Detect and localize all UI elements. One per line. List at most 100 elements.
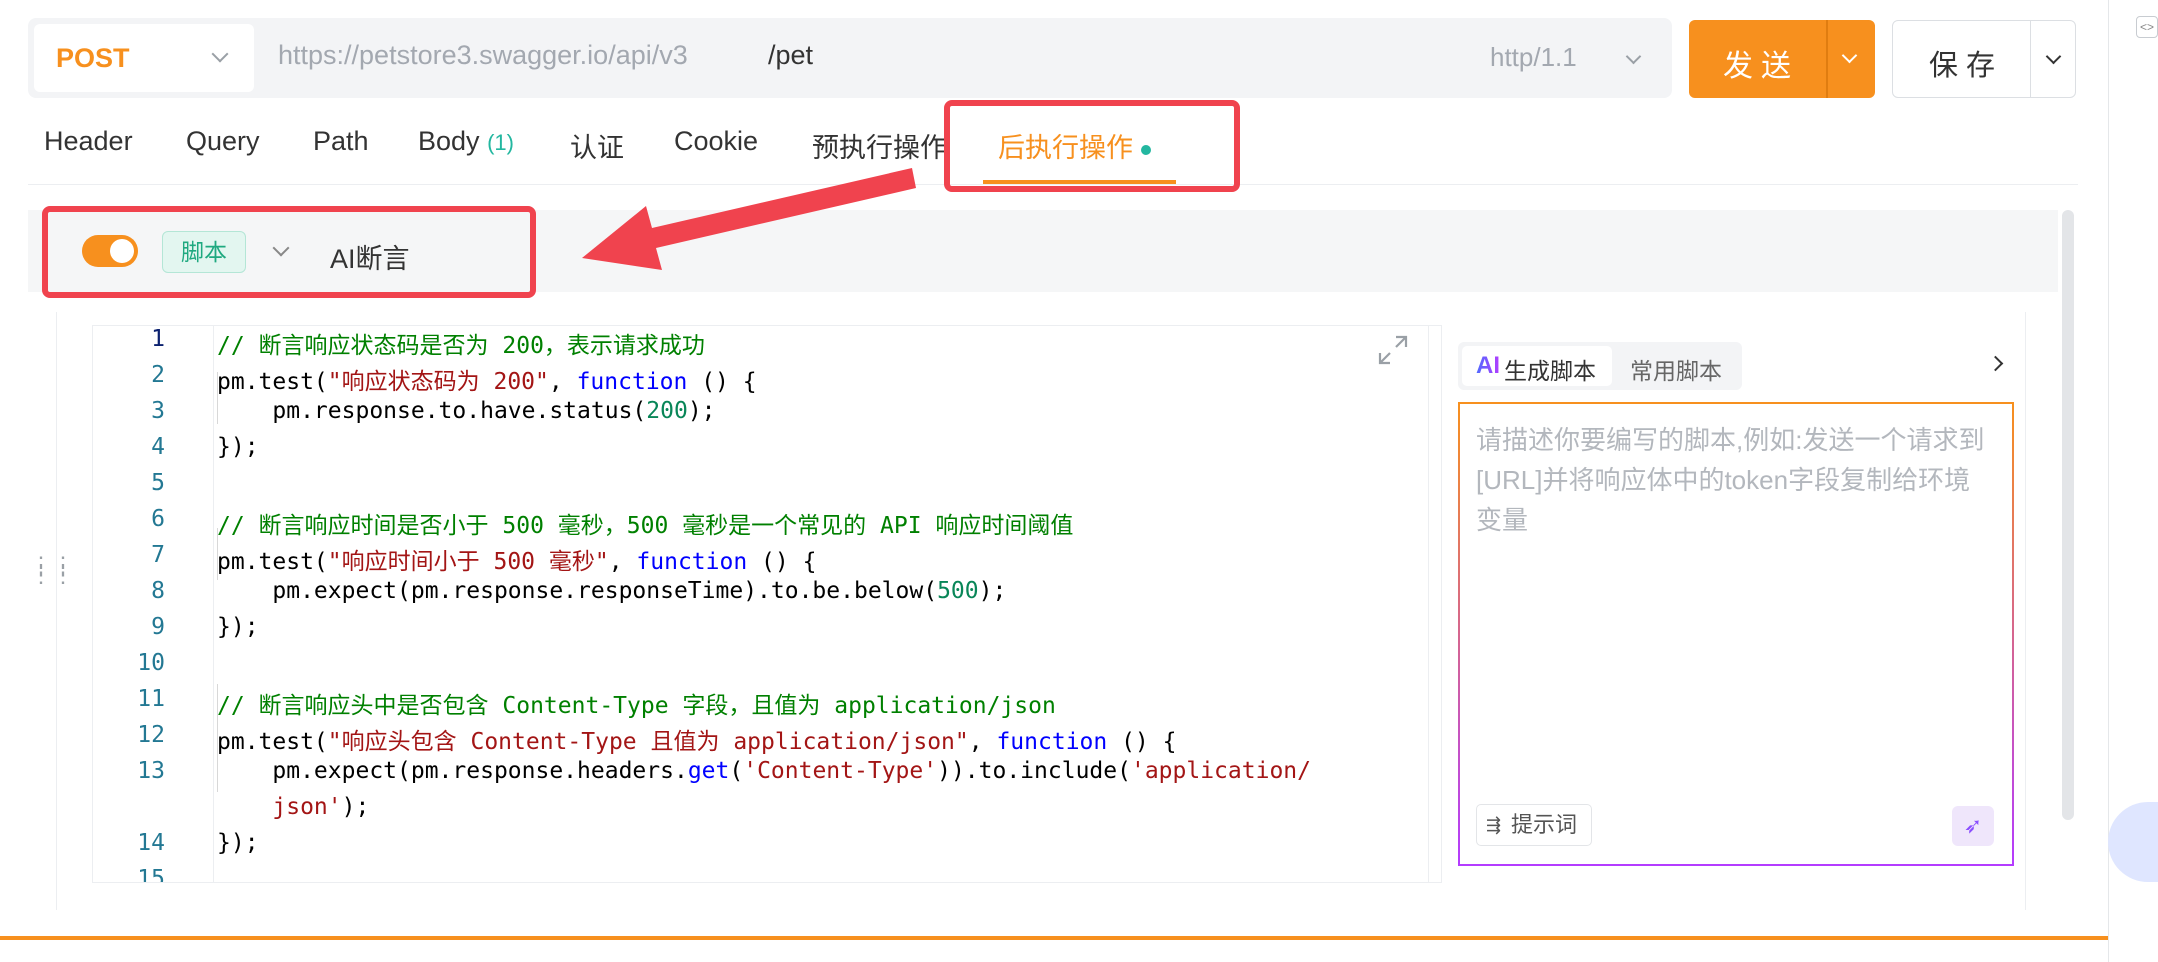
tab-auth[interactable]: 认证 [570,126,624,165]
tab-body-count: (1) [487,130,514,155]
code-token: pm.test( [217,549,328,575]
line-number: 10 [137,650,165,676]
code-token: pm.expect(pm.response.headers. [217,758,688,784]
code-icon[interactable]: <> [2136,16,2158,38]
url-base[interactable]: https://petstore3.swagger.io/api/v3 [278,40,688,71]
code-text: }); [217,434,259,460]
tab-generate-script-label: 生成脚本 [1504,358,1596,384]
tab-pre-request[interactable]: 预执行操作 [812,126,947,165]
method-label: POST [56,42,130,73]
code-token: "响应头包含 Content-Type 且值为 application/json… [327,729,969,755]
code-text: pm.test("响应状态码为 200", function () { [217,362,757,396]
code-text: }); [217,614,259,640]
line-number: 12 [137,722,165,748]
code-token: () { [1107,729,1177,755]
send-dropdown-chevron-icon[interactable] [1841,47,1858,64]
code-text: // 断言响应头中是否包含 Content-Type 字段，且值为 applic… [217,686,1056,720]
rocket-icon[interactable]: ➶ [1952,806,1994,846]
highlight-script-toolbar [42,206,536,298]
floating-assistant-button[interactable] [2108,802,2158,882]
code-token: ( [729,758,744,784]
drag-handle-icon[interactable]: ⋮⋮ ⋮⋮ [30,554,74,586]
code-token: 'Content-Type' [743,758,938,784]
code-token: function [996,729,1108,755]
code-token: 500 [937,578,979,604]
code-token: function [576,369,688,395]
code-text: }); [217,830,259,856]
code-text: pm.response.to.have.status(200); [217,398,716,424]
send-divider [1826,20,1828,98]
code-token: ); [341,794,370,820]
code-token: ); [978,578,1007,604]
ai-logo-icon: AI [1476,352,1500,379]
save-label: 保存 [1929,50,2004,82]
code-text: json'); [217,794,369,820]
line-number: 2 [151,362,165,388]
right-border [2108,0,2109,962]
code-token: }); [217,434,259,460]
prompt-hint-icon: ⇶ [1486,815,1502,835]
code-token: , [608,549,637,575]
code-text: pm.expect(pm.response.responseTime).to.b… [217,578,1006,604]
save-divider [2030,21,2031,97]
gutter-separator [213,326,214,882]
code-token: }); [217,830,259,856]
code-text: pm.expect(pm.response.headers.get('Conte… [217,758,1311,784]
code-token: "响应状态码为 200" [327,369,549,395]
code-token: ); [687,398,716,424]
url-path-input[interactable]: /pet [768,40,813,71]
ai-prompt-placeholder: 请描述你要编写的脚本,例如:发送一个请求到[URL]并将响应体中的token字段… [1476,425,1985,535]
protocol-select[interactable]: http/1.1 [1490,42,1577,73]
line-number: 14 [137,830,165,856]
line-number: 11 [137,686,165,712]
tab-header[interactable]: Header [44,126,133,157]
code-token: // 断言响应头中是否包含 Content-Type 字段，且值为 applic… [217,693,1056,719]
line-number: 3 [151,398,165,424]
save-button[interactable]: 保存 [1892,20,2076,98]
expand-icon[interactable] [1376,333,1410,367]
line-number: 15 [137,866,165,883]
highlight-post-response-tab [944,100,1240,192]
chevron-down-icon[interactable] [1625,48,1642,65]
tab-path[interactable]: Path [313,126,369,157]
send-label: 发送 [1723,50,1799,83]
line-number: 8 [151,578,165,604]
tab-cookie[interactable]: Cookie [674,126,758,157]
code-token: , [968,729,997,755]
request-bar: POST https://petstore3.swagger.io/api/v3… [28,18,1672,98]
line-number: 7 [151,542,165,568]
tab-common-scripts[interactable]: 常用脚本 [1630,352,1722,386]
bottom-accent-line [0,936,2108,940]
code-token: )).to.include( [937,758,1131,784]
code-token: , [548,369,577,395]
code-editor[interactable]: 1// 断言响应状态码是否为 200，表示请求成功 2 pm.test("响应状态码… [92,325,1442,883]
save-dropdown-chevron-icon[interactable] [2045,48,2062,65]
code-token: 'application/ [1130,758,1311,784]
send-button[interactable]: 发送 [1689,20,1875,98]
code-token: get [687,758,730,784]
line-number: 13 [137,758,165,784]
code-token: () { [747,549,817,575]
code-token: json' [272,794,342,820]
chevron-down-icon [211,45,229,63]
line-number: 6 [151,506,165,532]
code-token: pm.expect(pm.response.responseTime).to.b… [217,578,938,604]
code-token: pm.test( [217,729,328,755]
tab-query[interactable]: Query [186,126,260,157]
code-token: // 断言响应时间是否小于 500 毫秒，500 毫秒是一个常见的 API 响应… [217,513,1074,539]
code-token: }); [217,614,259,640]
editor-scrollbar[interactable] [1428,325,1442,883]
code-token: pm.test( [217,369,328,395]
line-number: 5 [151,470,165,496]
panel-scrollbar[interactable] [2062,210,2074,820]
code-token: function [636,549,748,575]
tab-body[interactable]: Body (1) [418,126,514,157]
method-select[interactable]: POST [34,24,254,92]
code-text: // 断言响应状态码是否为 200，表示请求成功 [217,326,705,360]
code-text: // 断言响应时间是否小于 500 毫秒，500 毫秒是一个常见的 API 响应… [217,506,1073,540]
code-token: 200 [646,398,688,424]
line-number: 1 [151,326,165,352]
code-text: pm.test("响应头包含 Content-Type 且值为 applicat… [217,722,1176,756]
code-token: "响应时间小于 500 毫秒" [327,549,609,575]
